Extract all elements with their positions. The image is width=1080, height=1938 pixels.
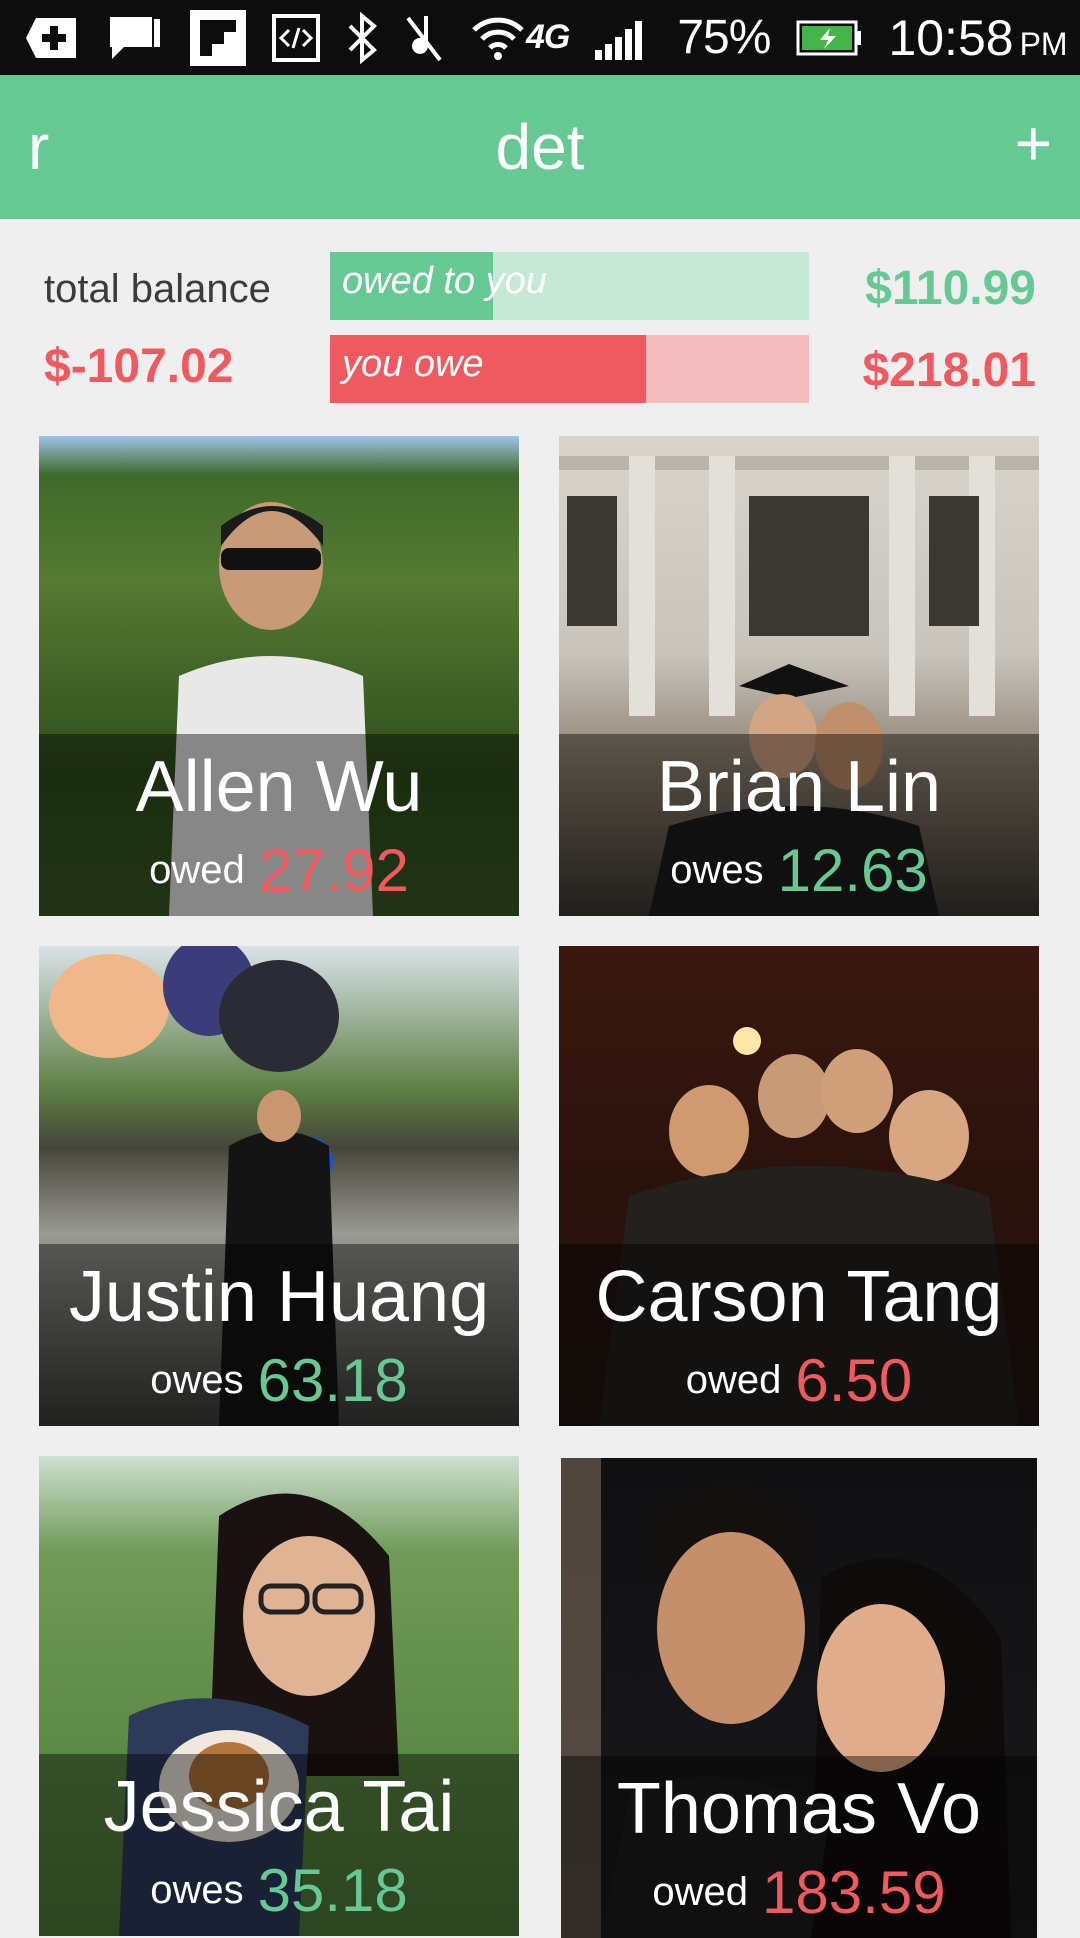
friend-verb: owed	[149, 848, 245, 892]
total-balance-amount: $-107.02	[44, 340, 234, 393]
page-title: det	[495, 111, 585, 183]
friend-verb: owed	[652, 1870, 749, 1914]
friend-name: Jessica Tai	[103, 1767, 455, 1847]
status-bar: 4G 75% 10:58 PM	[0, 0, 1080, 75]
flipboard-icon	[190, 9, 246, 66]
friend-verb: owes	[150, 1358, 244, 1402]
friend-balance: owed 27.92	[39, 836, 519, 905]
friend-card[interactable]: Justin Huang owes 63.18	[39, 946, 519, 1426]
friend-amount: 35.18	[257, 1857, 408, 1924]
friend-balance: owed 183.59	[561, 1858, 1037, 1927]
friend-name: Thomas Vo	[616, 1769, 982, 1849]
friend-card[interactable]: Allen Wu owed 27.92	[39, 436, 519, 916]
message-icon	[106, 13, 164, 63]
battery-charging-icon	[796, 20, 862, 56]
friend-amount: 6.50	[795, 1347, 913, 1414]
owed-to-you-amount: $110.99	[865, 262, 1036, 315]
you-owe-label: you owe	[342, 343, 484, 385]
friend-balance: owes 35.18	[39, 1856, 519, 1925]
friend-name: Justin Huang	[68, 1257, 490, 1337]
network-type: 4G	[526, 18, 570, 56]
status-bar-right: 4G 75% 10:58 PM	[526, 9, 1068, 67]
signal-icon	[595, 16, 651, 60]
friend-verb: owed	[685, 1358, 782, 1402]
friend-verb: owes	[670, 848, 764, 892]
owed-to-you-bar: owed to you	[330, 252, 809, 320]
friend-verb: owes	[150, 1868, 244, 1912]
clock: 10:58 PM	[888, 9, 1068, 66]
app-bar: r det +	[0, 75, 1080, 219]
total-balance-label: total balance	[44, 267, 271, 311]
mute-icon	[404, 12, 444, 64]
balance-summary: total balance $-107.02 owed to you $110.…	[0, 219, 1080, 435]
friend-amount: 27.92	[258, 837, 409, 904]
friend-amount: 183.59	[762, 1859, 946, 1926]
owed-to-you-label: owed to you	[342, 260, 547, 302]
you-owe-bar: you owe	[330, 335, 809, 403]
friend-amount: 12.63	[777, 837, 928, 904]
friend-name: Brian Lin	[656, 747, 942, 827]
friend-amount: 63.18	[257, 1347, 408, 1414]
friend-name: Carson Tang	[595, 1257, 1003, 1337]
friend-balance: owes 12.63	[559, 836, 1039, 905]
battery-percent: 75%	[677, 11, 771, 64]
friend-balance: owed 6.50	[559, 1346, 1039, 1415]
friend-card[interactable]: Jessica Tai owes 35.18	[39, 1456, 519, 1936]
you-owe-amount: $218.01	[862, 344, 1036, 397]
status-bar-left	[24, 9, 526, 66]
add-button[interactable]: +	[1015, 99, 1052, 187]
friend-name: Allen Wu	[135, 747, 423, 827]
code-icon	[272, 13, 320, 62]
wifi-icon	[470, 14, 526, 62]
friend-balance: owes 63.18	[39, 1346, 519, 1415]
friend-card[interactable]: Thomas Vo owed 183.59	[561, 1458, 1037, 1938]
bluetooth-icon	[346, 11, 378, 64]
friend-card[interactable]: Carson Tang owed 6.50	[559, 946, 1039, 1426]
add-icon	[24, 14, 80, 62]
friend-card[interactable]: Brian Lin owes 12.63	[559, 436, 1039, 916]
